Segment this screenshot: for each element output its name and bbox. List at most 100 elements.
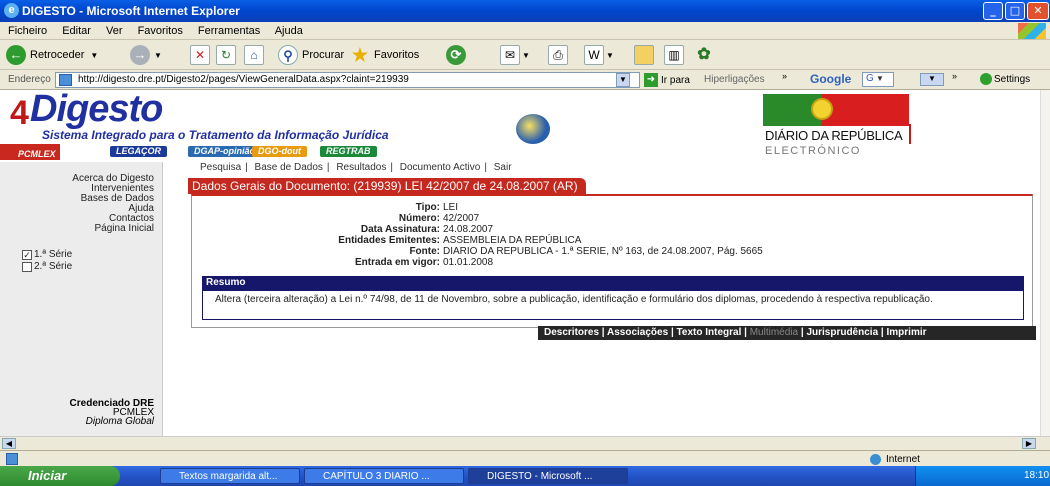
menu-ferramentas[interactable]: Ferramentas (198, 25, 260, 37)
messenger-button[interactable]: ✿ (694, 44, 718, 66)
address-label: Endereço (8, 74, 51, 85)
google-logo: Google (810, 72, 852, 86)
google-search-box[interactable]: G ▼ (862, 72, 894, 87)
address-url: http://digesto.dre.pt/Digesto2/pages/Vie… (78, 74, 409, 85)
info-coin-icon[interactable] (516, 114, 550, 144)
nav-resultados[interactable]: Resultados (336, 162, 386, 173)
menu-ver[interactable]: Ver (106, 25, 123, 37)
nav-separator: | (390, 162, 393, 173)
scroll-left-icon[interactable]: ◀ (2, 438, 16, 449)
pcmlex-tab[interactable]: PCMLEX (0, 144, 60, 160)
nav-pesquisa[interactable]: Pesquisa (200, 162, 241, 173)
close-button[interactable]: ✕ (1027, 2, 1049, 20)
messenger-icon: ✿ (697, 46, 711, 63)
pill-regtrab[interactable]: REGTRAB (320, 146, 377, 157)
window-title: DIGESTO - Microsoft Internet Explorer (22, 4, 240, 18)
address-input[interactable]: http://digesto.dre.pt/Digesto2/pages/Vie… (55, 72, 640, 88)
home-button[interactable]: ⌂ (244, 44, 264, 66)
nav-base-dados[interactable]: Base de Dados (255, 162, 323, 173)
maximize-button[interactable]: □ (1005, 2, 1025, 20)
google-search-go-icon[interactable]: ▼ (920, 73, 944, 86)
minimize-button[interactable]: _ (983, 2, 1003, 20)
search-button[interactable]: ⚲ Procurar (278, 44, 344, 66)
go-button[interactable]: ➜ Ir para (644, 72, 690, 88)
globe-icon (870, 454, 881, 465)
nav-documento[interactable]: Documento Activo (400, 162, 481, 173)
resumo-header: Resumo (202, 276, 1024, 290)
refresh-button[interactable]: ↻ (216, 44, 236, 66)
top-nav: Pesquisa | Base de Dados | Resultados | Doc… (200, 162, 516, 173)
dropdown-icon[interactable]: ▼ (606, 51, 614, 60)
history-button[interactable]: ⟳ (446, 44, 470, 66)
back-button[interactable]: ← Retroceder ▼ (6, 44, 98, 66)
left-sidebar: Acerca do Digesto Intervenientes Bases d… (0, 162, 163, 436)
field-fonte-value: DIARIO DA REPUBLICA - 1.ª SERIE, Nº 163,… (443, 246, 763, 257)
edit-button[interactable]: W ▼ (584, 44, 614, 66)
digesto-subtitle: Sistema Integrado para o Tratamento da I… (42, 128, 389, 142)
dropdown-icon[interactable]: ▼ (522, 51, 530, 60)
menu-ajuda[interactable]: Ajuda (275, 25, 303, 37)
settings-label[interactable]: Settings (994, 74, 1030, 85)
series-1-checkbox[interactable]: ✓ 1.ª Série (22, 249, 72, 260)
pill-legacor[interactable]: LEGAÇOR (110, 146, 167, 157)
forward-button[interactable]: → ▼ (130, 44, 162, 66)
mail-button[interactable]: ✉ ▼ (500, 44, 530, 66)
task-textos[interactable]: Textos margarida alt... (160, 468, 300, 484)
nav-sair[interactable]: Sair (494, 162, 512, 173)
digesto-logo[interactable]: Digesto (30, 90, 163, 131)
research-button[interactable]: ▥ (664, 44, 684, 66)
menu-bar: Ficheiro Editar Ver Favoritos Ferramenta… (0, 22, 1050, 40)
chevron-icon[interactable]: » (782, 71, 787, 81)
start-button[interactable]: Iniciar (0, 466, 120, 486)
link-associacoes[interactable]: Associações (607, 327, 668, 338)
series-1-label: 1.ª Série (34, 249, 73, 260)
taskbar: Iniciar Textos margarida alt... CAPÍTULO… (0, 466, 1050, 486)
settings-icon (980, 73, 992, 85)
link-texto-integral[interactable]: Texto Integral (677, 327, 742, 338)
pill-dgap[interactable]: DGAP-opinião (188, 146, 261, 157)
menu-ficheiro[interactable]: Ficheiro (8, 25, 47, 37)
page-content: 4 Digesto Sistema Integrado para o Trata… (0, 90, 1040, 436)
dropdown-icon[interactable]: ▼ (154, 51, 162, 60)
resumo-text: Altera (terceira alteração) a Lei n.º 74… (202, 290, 1024, 320)
clock: 18:10 (1024, 470, 1050, 481)
menu-favoritos[interactable]: Favoritos (138, 25, 183, 37)
cred-line2: Diploma Global (85, 416, 154, 427)
field-numero-label: Número: (398, 213, 440, 224)
address-dropdown-icon[interactable]: ▼ (616, 73, 630, 87)
back-arrow-icon: ← (6, 45, 26, 65)
horizontal-scrollbar[interactable]: ◀ ▶ (0, 436, 1050, 450)
link-imprimir[interactable]: Imprimir (887, 327, 927, 338)
favorites-button[interactable]: ★ Favoritos (350, 44, 419, 66)
nav-separator: | (484, 162, 487, 173)
page-icon (59, 74, 72, 86)
chevron-icon[interactable]: » (952, 71, 957, 81)
home-icon: ⌂ (244, 45, 264, 65)
links-label[interactable]: Hiperligações (704, 74, 765, 85)
menu-editar[interactable]: Editar (62, 25, 91, 37)
portugal-flag-icon (763, 94, 909, 126)
task-capitulo[interactable]: CAPÍTULO 3 DIARIO ... (304, 468, 464, 484)
title-bar: e DIGESTO - Microsoft Internet Explorer … (0, 0, 1050, 22)
favorites-label: Favoritos (374, 49, 420, 61)
zone-label: Internet (886, 454, 920, 465)
task-digesto[interactable]: DIGESTO - Microsoft ... (468, 468, 628, 484)
folder-button[interactable] (634, 44, 654, 66)
checkbox-unchecked-icon[interactable] (22, 261, 32, 272)
stop-button[interactable]: ✕ (190, 44, 210, 66)
dropdown-icon[interactable]: ▼ (90, 51, 98, 60)
sidebar-link-inicial[interactable]: Página Inicial (95, 223, 154, 234)
field-data-value: 24.08.2007 (443, 224, 494, 235)
link-jurisprudencia[interactable]: Jurisprudência (806, 327, 878, 338)
go-arrow-icon: ➜ (644, 73, 658, 87)
scroll-right-icon[interactable]: ▶ (1022, 438, 1036, 449)
checkbox-checked-icon[interactable]: ✓ (22, 249, 32, 260)
digesto-mark: 4 (10, 94, 29, 132)
field-data-label: Data Assinatura: (360, 224, 440, 235)
pill-dgo[interactable]: DGO-dout (252, 146, 307, 157)
history-icon: ⟳ (446, 45, 466, 65)
series-2-checkbox[interactable]: 2.ª Série (22, 261, 72, 272)
vertical-scrollbar[interactable] (1040, 90, 1050, 436)
print-button[interactable]: ⎙ (548, 44, 568, 66)
link-descritores[interactable]: Descritores (544, 327, 599, 338)
